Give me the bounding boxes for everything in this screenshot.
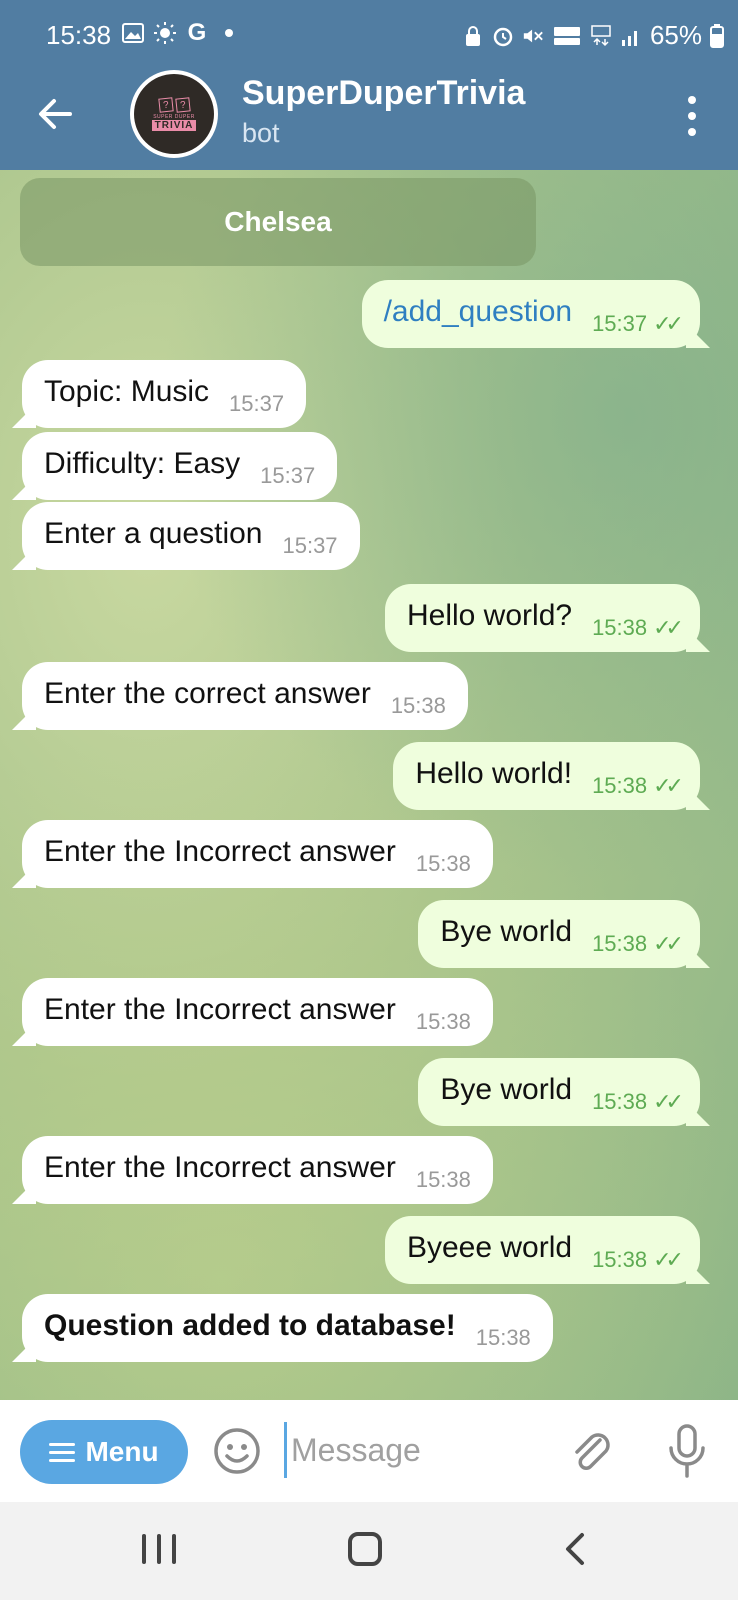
message-time: 15:37 [260,463,316,488]
5g-icon [590,24,612,47]
message-text: Question added to database! [44,1309,456,1342]
message-text: Enter the Incorrect answer [44,993,396,1026]
menu-label: Menu [85,1436,159,1467]
incoming-message[interactable]: Enter a question 15:37 [22,502,360,570]
message-time: 15:38 [475,1325,531,1350]
message-text: Difficulty: Easy [44,447,241,480]
message-time: 15:37 [229,391,285,416]
mic-button[interactable] [662,1422,712,1480]
outgoing-message[interactable]: Bye world 15:38 ✓✓ [418,900,700,968]
input-bar: Menu [0,1400,738,1502]
double-check-icon: ✓✓ [653,1089,684,1114]
message-text: Byeee world [406,1231,573,1264]
double-check-icon: ✓✓ [653,1247,684,1272]
message-text[interactable]: /add_question [384,295,573,329]
message-text: Bye world [440,915,573,948]
dot-icon [218,22,240,44]
battery-percent: 65% [649,20,702,50]
menu-lines-icon [49,1442,76,1462]
status-left-icons: G [122,19,240,46]
arrow-left-icon [39,99,72,129]
incoming-message[interactable]: Enter the Incorrect answer 15:38 [22,820,493,888]
message-text: Topic: Music [44,375,210,408]
message-text: Hello world? [406,599,573,632]
back-nav-icon[interactable] [560,1532,590,1566]
incoming-message[interactable]: Enter the Incorrect answer 15:38 [22,978,493,1046]
message-time: 15:38 [390,693,446,718]
home-icon[interactable] [348,1532,382,1566]
microphone-icon [669,1424,705,1478]
recents-icon[interactable] [142,1534,176,1564]
signal-icon [620,25,642,47]
avatar[interactable]: ?? SUPER DUPER TRIVIA [130,70,218,158]
message-input[interactable] [284,1422,544,1478]
message-time: 15:38 [592,615,648,640]
google-icon: G [187,19,207,46]
message-text: Enter the Incorrect answer [44,835,396,868]
brightness-icon [154,22,176,44]
incoming-message[interactable]: Enter the Incorrect answer 15:38 [22,1136,493,1204]
message-text: Bye world [440,1073,573,1106]
chat-subtitle: bot [242,118,280,148]
message-time: 15:38 [415,1009,471,1034]
attach-button[interactable] [566,1426,616,1476]
double-check-icon: ✓✓ [653,773,684,798]
more-options-icon[interactable] [686,96,698,136]
incoming-message[interactable]: Difficulty: Easy 15:37 [22,432,338,500]
volte-icon [552,25,582,47]
message-time: 15:38 [592,1089,648,1114]
outgoing-message[interactable]: Hello world? 15:38 ✓✓ [384,584,700,652]
lock-icon [462,25,484,47]
message-time: 15:37 [282,533,338,558]
chat-header: ?? SUPER DUPER TRIVIA SuperDuperTrivia b… [0,68,738,170]
message-time: 15:37 [592,311,648,336]
incoming-message[interactable]: Question added to database! 15:38 [22,1294,553,1362]
system-nav-bar [0,1502,738,1600]
status-right-icons: 65% [462,20,724,51]
message-time: 15:38 [592,1247,648,1272]
battery-icon [710,23,724,48]
message-text: Hello world! [415,757,573,790]
alarm-icon [492,25,514,47]
outgoing-message[interactable]: Byeee world 15:38 ✓✓ [384,1216,700,1284]
double-check-icon: ✓✓ [653,931,684,956]
outgoing-message[interactable]: Bye world 15:38 ✓✓ [418,1058,700,1126]
incoming-message[interactable]: Topic: Music 15:37 [22,360,307,428]
pinned-message[interactable]: Chelsea [20,178,536,266]
outgoing-message[interactable]: Hello world! 15:38 ✓✓ [393,742,700,810]
emoji-button[interactable] [212,1426,262,1476]
trivia-logo: ?? SUPER DUPER TRIVIA [134,74,214,154]
message-time: 15:38 [592,773,648,798]
message-time: 15:38 [415,851,471,876]
menu-button[interactable]: Menu [20,1420,188,1484]
message-text: Enter the Incorrect answer [44,1151,396,1184]
back-button[interactable] [34,92,78,136]
paperclip-icon [575,1433,610,1470]
message-time: 15:38 [592,931,648,956]
double-check-icon: ✓✓ [653,311,684,336]
smiley-icon [214,1428,260,1474]
gallery-icon [122,22,144,44]
mute-icon [522,25,544,47]
message-text: Enter a question [44,517,263,550]
incoming-message[interactable]: Enter the correct answer 15:38 [22,662,468,730]
status-bar: 15:38 G 65% [0,0,738,68]
chat-area[interactable]: Chelsea /add_question 15:37 ✓✓ Topic: Music… [0,170,738,1400]
status-time: 15:38 [46,20,112,50]
message-text: Enter the correct answer [44,677,371,710]
chat-title[interactable]: SuperDuperTrivia [242,74,525,113]
outgoing-message[interactable]: /add_question 15:37 ✓✓ [361,280,700,348]
message-time: 15:38 [415,1167,471,1192]
double-check-icon: ✓✓ [653,615,684,640]
